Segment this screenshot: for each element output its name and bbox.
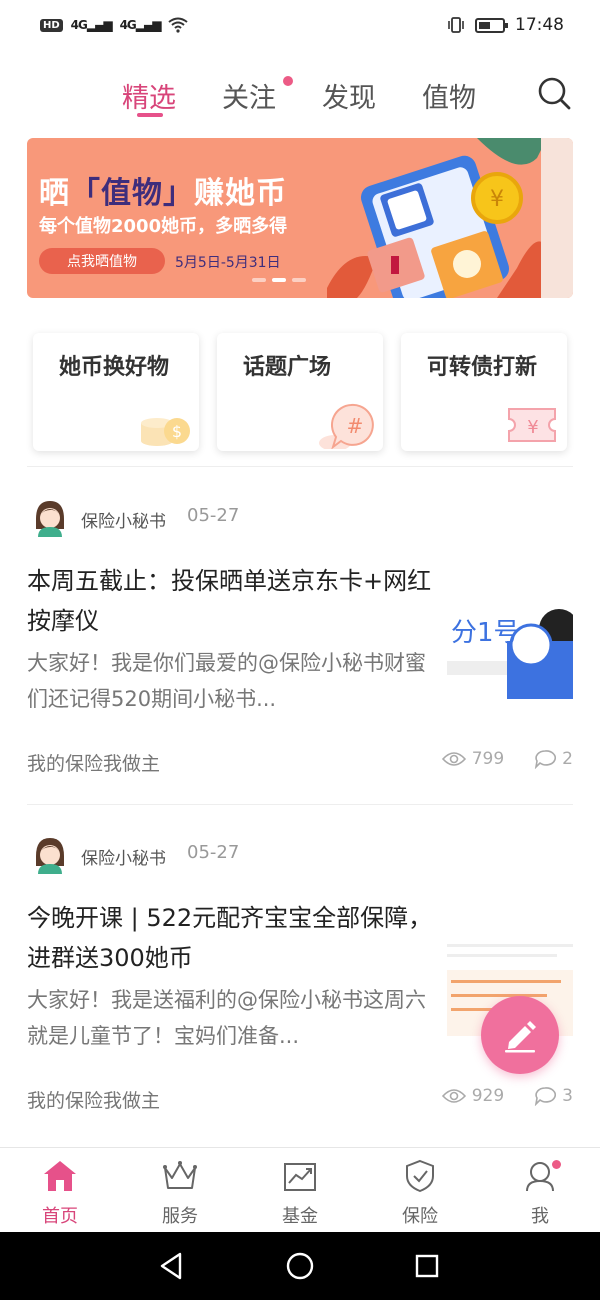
back-icon[interactable]	[158, 1252, 184, 1280]
thumbnail-text: 分1号	[451, 618, 520, 648]
vibrate-icon	[448, 17, 464, 33]
banner-title: 晒「值物」赚她币	[39, 168, 287, 212]
post-author[interactable]: 保险小秘书	[81, 844, 166, 869]
top-tabs: 精选 关注 发现 值物	[0, 68, 600, 128]
category-card-coin-exchange[interactable]: 她币换好物 $	[33, 333, 199, 451]
view-count: 799	[471, 749, 505, 769]
comment-count: 3	[562, 1086, 573, 1106]
comment-icon[interactable]	[534, 749, 557, 769]
status-left: HD 4G▂▄▆ 4G▂▄▆	[40, 17, 189, 33]
pencil-icon	[505, 1021, 536, 1053]
post-stats: 929 3	[441, 1086, 573, 1106]
nav-funds[interactable]: 基金	[240, 1148, 360, 1232]
signal-label-2: 4G	[119, 18, 137, 32]
comment-count: 2	[562, 749, 573, 769]
nav-services[interactable]: 服务	[120, 1148, 240, 1232]
avatar[interactable]	[33, 836, 67, 874]
category-card-topic-square[interactable]: 话题广场 #	[217, 333, 383, 451]
post-card[interactable]: 保险小秘书 05-27 今晚开课 | 522元配齐宝宝全部保障，进群送300她币…	[27, 836, 573, 1136]
active-tab-indicator	[137, 113, 163, 117]
signal-icon: 4G▂▄▆	[70, 18, 113, 32]
divider	[27, 466, 573, 467]
wifi-icon	[168, 17, 189, 33]
post-card[interactable]: 保险小秘书 05-27 本周五截止：投保晒单送京东卡+网红按摩仪 大家好！我是你…	[27, 499, 573, 799]
tab-worthy[interactable]: 值物	[422, 76, 476, 115]
comment-icon[interactable]	[534, 1086, 557, 1106]
status-time: 17:48	[515, 15, 564, 35]
banner-cta-button[interactable]: 点我晒值物	[39, 248, 165, 274]
bottom-nav: 首页 服务 基金 保险 我	[0, 1147, 600, 1232]
thumbnail-image: 分1号	[447, 601, 573, 701]
banner-subtitle: 每个值物2000她币，多晒多得	[39, 216, 288, 237]
banner-date-range: 5月5日-5月31日	[175, 255, 281, 271]
post-thumbnail[interactable]: 分1号	[447, 601, 573, 701]
category-label: 话题广场	[243, 355, 332, 380]
notification-dot	[552, 1160, 561, 1169]
crown-icon	[163, 1161, 197, 1189]
banner-title-prefix: 晒	[39, 176, 70, 211]
tab-featured[interactable]: 精选	[122, 76, 176, 115]
post-excerpt[interactable]: 大家好！我是你们最爱的@保险小秘书财蜜们还记得520期间小秘书...	[27, 645, 427, 717]
home-circle-icon[interactable]	[286, 1252, 314, 1280]
svg-text:#: #	[347, 414, 364, 438]
chart-icon	[284, 1163, 316, 1191]
category-label: 可转债打新	[427, 355, 538, 380]
post-date: 05-27	[187, 505, 240, 526]
post-title[interactable]: 本周五截止：投保晒单送京东卡+网红按摩仪	[27, 561, 437, 641]
post-title[interactable]: 今晚开课 | 522元配齐宝宝全部保障，进群送300她币	[27, 898, 437, 978]
hd-badge: HD	[40, 18, 63, 32]
post-excerpt[interactable]: 大家好！我是送福利的@保险小秘书这周六就是儿童节了！宝妈们准备...	[27, 982, 427, 1054]
nav-label: 服务	[162, 1206, 198, 1227]
svg-text:¥: ¥	[490, 187, 504, 212]
post-date: 05-27	[187, 842, 240, 863]
post-tag[interactable]: 我的保险我做主	[27, 749, 160, 776]
nav-label: 基金	[282, 1206, 318, 1227]
compose-button[interactable]	[481, 996, 559, 1074]
hashtag-bubble-icon: #	[319, 403, 374, 449]
nav-label: 保险	[402, 1206, 438, 1227]
carousel-indicator	[252, 278, 306, 282]
category-label: 她币换好物	[59, 355, 170, 380]
category-card-convertible-bond[interactable]: 可转债打新 ¥	[401, 333, 567, 451]
nav-label: 首页	[42, 1206, 78, 1227]
nav-insurance[interactable]: 保险	[360, 1148, 480, 1232]
post-author[interactable]: 保险小秘书	[81, 507, 166, 532]
category-cards: 她币换好物 $ 话题广场 # 可转债打新 ¥	[33, 333, 567, 451]
next-banner-peek	[541, 138, 573, 298]
post-tag[interactable]: 我的保险我做主	[27, 1086, 160, 1113]
svg-text:$: $	[172, 422, 182, 441]
signal-label: 4G	[70, 18, 88, 32]
view-count: 929	[471, 1086, 505, 1106]
system-nav-bar	[0, 1232, 600, 1300]
search-icon[interactable]	[537, 76, 571, 110]
tab-discover[interactable]: 发现	[322, 76, 376, 115]
banner-illustration: ¥	[327, 138, 547, 298]
yuan-ticket-icon: ¥	[508, 408, 556, 442]
banner-title-highlight: 「值物」	[70, 176, 194, 211]
avatar[interactable]	[33, 499, 67, 537]
tab-following[interactable]: 关注	[222, 76, 276, 115]
promo-banner[interactable]: ¥ 晒「值物」赚她币 每个值物2000她币，多晒多得 点我晒值物 5月5日-5月…	[27, 138, 573, 298]
post-stats: 799 2	[441, 749, 573, 769]
status-bar: HD 4G▂▄▆ 4G▂▄▆ 17:48	[0, 0, 600, 50]
svg-text:¥: ¥	[527, 417, 538, 438]
banner-title-suffix: 赚她币	[194, 176, 287, 211]
nav-me[interactable]: 我	[480, 1148, 600, 1232]
recents-icon[interactable]	[415, 1254, 439, 1278]
eye-icon	[441, 752, 466, 766]
battery-icon	[475, 17, 508, 33]
status-right: 17:48	[447, 15, 564, 35]
home-icon	[44, 1161, 76, 1191]
eye-icon	[441, 1089, 466, 1103]
nav-label: 我	[531, 1206, 549, 1227]
nav-home[interactable]: 首页	[0, 1148, 120, 1232]
divider	[27, 804, 573, 805]
coins-icon: $	[141, 418, 190, 446]
shield-check-icon	[406, 1159, 434, 1193]
notification-dot	[283, 76, 293, 86]
signal-icon-2: 4G▂▄▆	[119, 18, 162, 32]
